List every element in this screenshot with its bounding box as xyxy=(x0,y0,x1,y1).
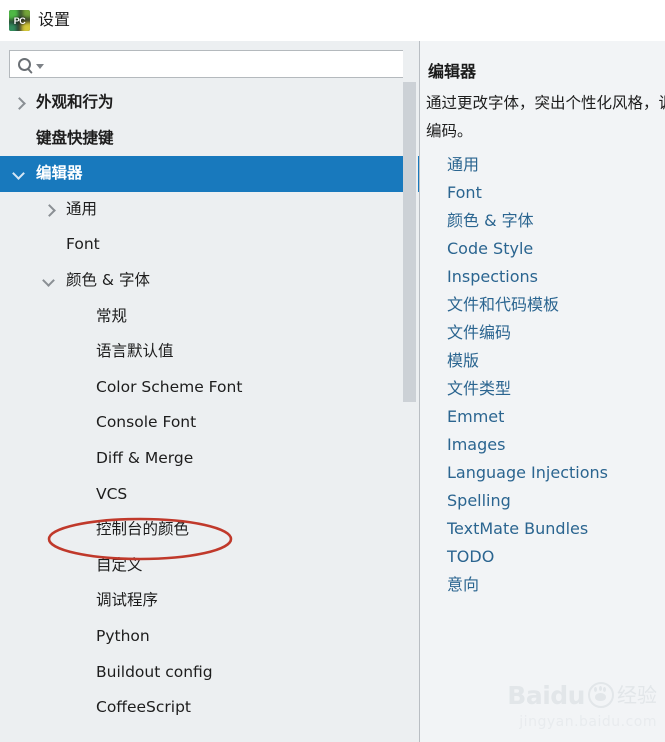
tree-item-0[interactable]: 外观和行为 xyxy=(0,85,419,121)
chevron-down-icon[interactable] xyxy=(36,63,44,69)
search-box[interactable] xyxy=(9,50,411,78)
tree-item-7[interactable]: 语言默认值 xyxy=(0,334,419,370)
tree-item-label: Console Font xyxy=(96,413,197,432)
detail-link-8[interactable]: 文件类型 xyxy=(447,375,665,403)
tree-item-label: 键盘快捷键 xyxy=(36,128,114,147)
detail-link-5[interactable]: 文件和代码模板 xyxy=(447,291,665,319)
chevron-down-icon[interactable] xyxy=(12,167,26,181)
settings-dialog: PC 设置 外观和行为 键盘快捷键 编辑器 通用 Font 颜色 & 字体 常规 语言默认值 C… xyxy=(0,0,665,742)
title-bar: PC 设置 xyxy=(0,0,665,41)
detail-link-9[interactable]: Emmet xyxy=(447,403,665,431)
search-icon[interactable] xyxy=(18,57,44,71)
tree-item-13[interactable]: 自定义 xyxy=(0,548,419,584)
chevron-down-icon[interactable] xyxy=(42,274,56,288)
detail-link-14[interactable]: TODO xyxy=(447,543,665,571)
tree-item-2[interactable]: 编辑器 xyxy=(0,156,419,192)
tree-item-label: 常规 xyxy=(96,306,128,325)
tree-item-4[interactable]: Font xyxy=(0,227,419,263)
tree-item-3[interactable]: 通用 xyxy=(0,192,419,228)
tree-item-label: Python xyxy=(96,626,150,645)
tree-item-label: Diff & Merge xyxy=(96,448,194,467)
tree-item-label: 调试程序 xyxy=(96,591,159,610)
detail-link-15[interactable]: 意向 xyxy=(447,571,665,599)
tree-item-label: 颜色 & 字体 xyxy=(66,271,150,290)
detail-link-12[interactable]: Spelling xyxy=(447,487,665,515)
detail-link-6[interactable]: 文件编码 xyxy=(447,319,665,347)
tree-item-11[interactable]: VCS xyxy=(0,477,419,513)
pycharm-icon-label: PC xyxy=(13,15,26,26)
tree-item-label: 语言默认值 xyxy=(96,342,174,361)
tree-item-5[interactable]: 颜色 & 字体 xyxy=(0,263,419,299)
tree-item-16[interactable]: Buildout config xyxy=(0,655,419,691)
detail-link-2[interactable]: 颜色 & 字体 xyxy=(447,207,665,235)
detail-link-3[interactable]: Code Style xyxy=(447,235,665,263)
detail-title: 编辑器 xyxy=(428,62,477,81)
detail-link-4[interactable]: Inspections xyxy=(447,263,665,291)
detail-link-0[interactable]: 通用 xyxy=(447,151,665,179)
detail-link-10[interactable]: Images xyxy=(447,431,665,459)
detail-description-line1: 通过更改字体，突出个性化风格，调整代码 xyxy=(426,94,665,112)
window-title: 设置 xyxy=(38,10,71,29)
tree-item-label: 外观和行为 xyxy=(36,93,114,112)
detail-link-13[interactable]: TextMate Bundles xyxy=(447,515,665,543)
detail-panel: 编辑器 通过更改字体，突出个性化风格，调整代码 编码。 通用Font颜色 & 字… xyxy=(420,41,665,742)
tree-item-label: Color Scheme Font xyxy=(96,377,243,396)
detail-link-11[interactable]: Language Injections xyxy=(447,459,665,487)
detail-link-7[interactable]: 模版 xyxy=(447,347,665,375)
detail-description-line2: 编码。 xyxy=(426,122,473,140)
settings-tree-panel: 外观和行为键盘快捷键编辑器通用 Font 颜色 & 字体常规语言默认值 Color S… xyxy=(0,41,419,742)
tree-item-label: CoffeeScript xyxy=(96,698,192,717)
tree-item-label: 通用 xyxy=(66,199,98,218)
tree-scrollbar-track[interactable] xyxy=(403,41,418,742)
tree-item-9[interactable]: Console Font xyxy=(0,405,419,441)
tree-item-12[interactable]: 控制台的颜色 xyxy=(0,512,419,548)
detail-link-list[interactable]: 通用 Font 颜色 & 字体 Code Style Inspections 文件和代码模… xyxy=(447,151,665,599)
tree-item-1[interactable]: 键盘快捷键 xyxy=(0,121,419,157)
detail-description: 通过更改字体，突出个性化风格，调整代码 编码。 xyxy=(426,89,665,145)
tree-item-14[interactable]: 调试程序 xyxy=(0,583,419,619)
settings-tree[interactable]: 外观和行为键盘快捷键编辑器通用 Font 颜色 & 字体常规语言默认值 Color S… xyxy=(0,85,419,742)
tree-item-15[interactable]: Python xyxy=(0,619,419,655)
tree-item-label: 自定义 xyxy=(96,555,143,574)
chevron-right-icon[interactable] xyxy=(42,203,56,217)
tree-item-17[interactable]: CoffeeScript xyxy=(0,690,419,726)
tree-item-10[interactable]: Diff & Merge xyxy=(0,441,419,477)
chevron-right-icon[interactable] xyxy=(12,96,26,110)
tree-scrollbar-thumb[interactable] xyxy=(403,82,416,402)
search-input[interactable] xyxy=(50,51,410,77)
detail-link-1[interactable]: Font xyxy=(447,179,665,207)
tree-item-6[interactable]: 常规 xyxy=(0,299,419,335)
tree-item-label: Buildout config xyxy=(96,662,213,681)
tree-item-label: 编辑器 xyxy=(36,164,83,183)
tree-item-label: Font xyxy=(66,235,100,254)
tree-item-label: VCS xyxy=(96,484,128,503)
tree-item-8[interactable]: Color Scheme Font xyxy=(0,370,419,406)
pycharm-icon: PC xyxy=(9,10,30,31)
tree-item-label: 控制台的颜色 xyxy=(96,520,190,539)
